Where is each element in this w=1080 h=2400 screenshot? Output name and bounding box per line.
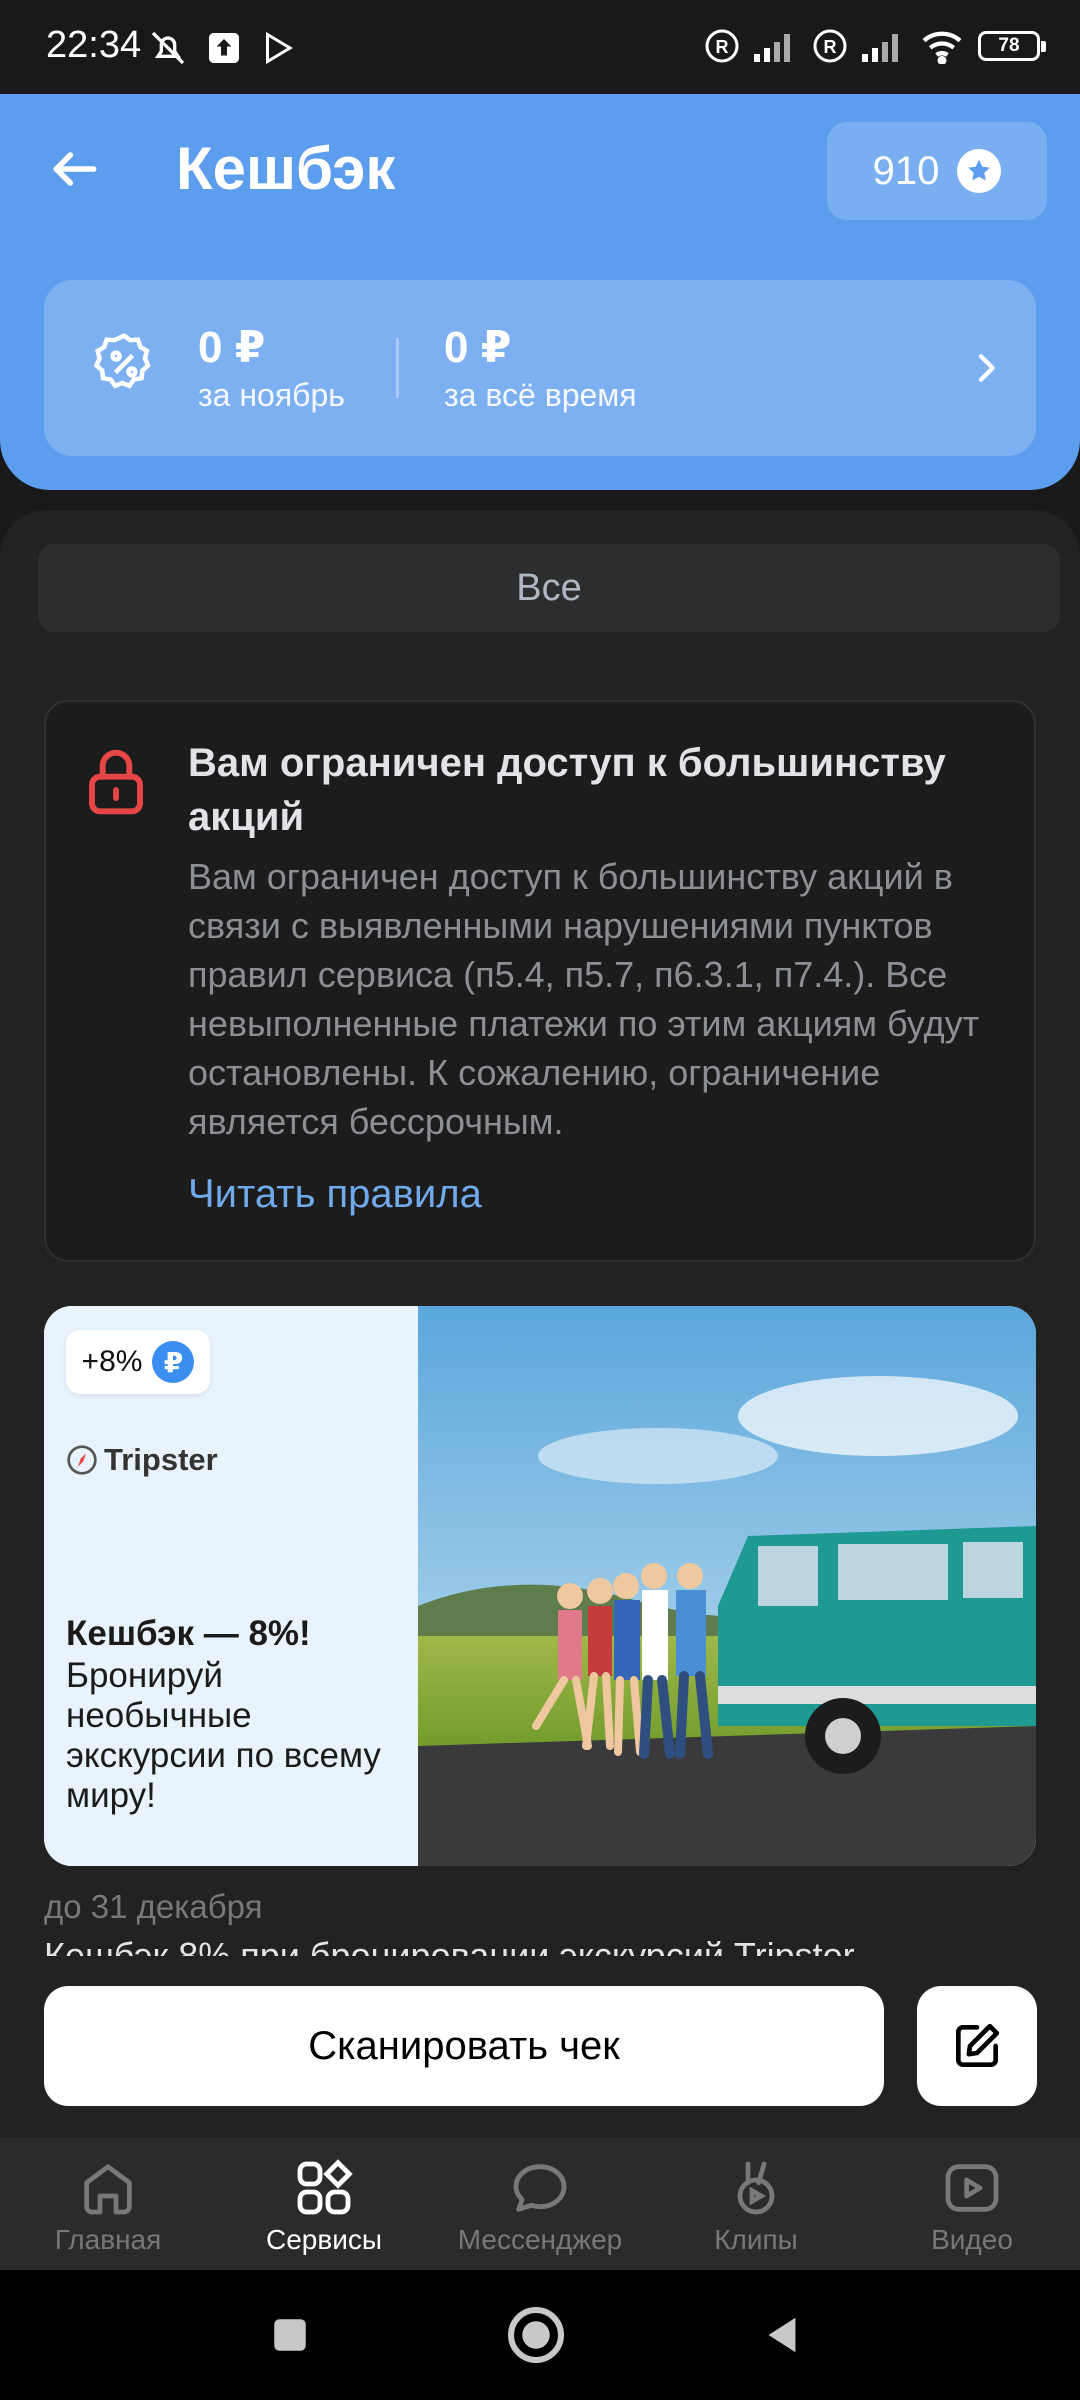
status-left-icons [148, 28, 296, 68]
stat-all-time-value: 0 ₽ [444, 323, 512, 372]
tab-services-label: Сервисы [265, 2224, 382, 2255]
svg-text:R: R [824, 37, 837, 57]
promo-card-tripster[interactable]: +8% ₽ Tripster Кешбэк — 8%! Бронируй нео… [44, 1306, 1036, 1866]
stat-month: 0 ₽ за ноябрь [198, 322, 345, 414]
messenger-icon [513, 2164, 567, 2212]
notice-title: Вам ограничен доступ к большинству акций [188, 741, 946, 839]
percent-badge-icon [90, 330, 158, 403]
wifi-icon [922, 31, 962, 64]
recents-button[interactable] [230, 2270, 350, 2400]
back-nav-button[interactable] [722, 2270, 842, 2400]
tab-home-label: Главная [54, 2224, 162, 2255]
promo-title[interactable]: Кешбэк 8% при бронировании экскурсий Tri… [44, 1938, 855, 1956]
points-value: 910 [872, 148, 940, 193]
cashback-stats-card[interactable]: 0 ₽ за ноябрь 0 ₽ за всё время [44, 280, 1036, 456]
points-badge[interactable]: 910 [827, 122, 1047, 220]
cashback-percent: +8% [81, 1345, 143, 1378]
circle-icon [508, 2307, 564, 2363]
restriction-notice: Вам ограничен доступ к большинству акций… [44, 700, 1036, 1262]
promo-subline: Бронируй необычные экскурсии по всему ми… [66, 1656, 381, 1815]
promo-text-panel: +8% ₽ Tripster Кешбэк — 8%! Бронируй нео… [44, 1306, 418, 1866]
roaming-icon-2: R [813, 29, 847, 63]
stat-month-value: 0 ₽ [198, 323, 266, 372]
filter-all-button[interactable]: Все [38, 544, 1060, 632]
promo-date: до 31 декабря [44, 1888, 263, 1925]
cashback-header: Кешбэк 910 0 ₽ за ноябрь 0 ₽ за всё врем… [0, 94, 1080, 490]
signal-icon-2 [862, 34, 898, 62]
battery-icon: 78 [978, 31, 1046, 61]
tab-video[interactable]: Видео [872, 2152, 1072, 2256]
tab-messenger-label: Мессенджер [457, 2224, 623, 2255]
services-icon [297, 2159, 353, 2215]
home-icon [84, 2164, 132, 2215]
home-nav-button[interactable] [476, 2270, 596, 2400]
system-nav-bar [0, 2270, 1080, 2400]
mute-alarm-icon [151, 31, 185, 65]
status-bar: 22:34 R R 78 [0, 0, 1080, 94]
promo-headline: Кешбэк — 8%! [66, 1614, 311, 1653]
stats-divider [396, 338, 399, 398]
chevron-right-icon [966, 346, 1006, 395]
scan-receipt-button[interactable]: Сканировать чек [44, 1986, 884, 2106]
tab-clips[interactable]: Клипы [656, 2152, 856, 2256]
edit-icon [956, 2023, 1000, 2067]
stat-all-time-label: за всё время [444, 377, 637, 413]
read-rules-link[interactable]: Читать правила [188, 1172, 482, 1217]
lock-icon [84, 746, 148, 823]
stat-month-label: за ноябрь [198, 377, 345, 413]
tab-services[interactable]: Сервисы [224, 2152, 424, 2256]
square-icon [274, 2319, 306, 2351]
notice-text: Вам ограничен доступ к большинству акций… [188, 856, 980, 1142]
content-sheet: Все Вам ограничен доступ к большинству а… [0, 510, 1080, 2140]
svg-text:R: R [716, 37, 729, 57]
clips-icon [737, 2161, 775, 2215]
triangle-back-icon [768, 2317, 796, 2353]
status-time: 22:34 [46, 24, 142, 66]
ruble-icon: ₽ [152, 1341, 195, 1383]
signal-icon [754, 34, 790, 62]
compass-icon [67, 1445, 97, 1475]
upload-icon [209, 33, 239, 63]
play-store-icon [266, 31, 293, 65]
star-icon [957, 149, 1002, 193]
status-right-icons: R R 78 [704, 28, 1046, 64]
back-button[interactable] [40, 134, 110, 204]
tab-messenger[interactable]: Мессенджер [440, 2152, 640, 2256]
video-icon [945, 2164, 999, 2212]
arrow-left-icon [53, 152, 97, 186]
promo-photo-van [418, 1306, 1036, 1866]
tab-home[interactable]: Главная [8, 2152, 208, 2256]
page-title: Кешбэк [176, 135, 396, 202]
stat-all-time: 0 ₽ за всё время [444, 322, 637, 414]
cashback-percent-badge: +8% ₽ [66, 1330, 210, 1394]
roaming-icon: R [705, 29, 739, 63]
edit-button[interactable] [917, 1986, 1037, 2106]
brand-logo: Tripster [66, 1442, 218, 1478]
tab-clips-label: Клипы [714, 2224, 798, 2255]
brand-name: Tripster [104, 1442, 218, 1477]
bottom-tab-bar: Главная Сервисы Мессенджер Клипы Видео [0, 2138, 1080, 2270]
tab-video-label: Видео [931, 2224, 1013, 2255]
